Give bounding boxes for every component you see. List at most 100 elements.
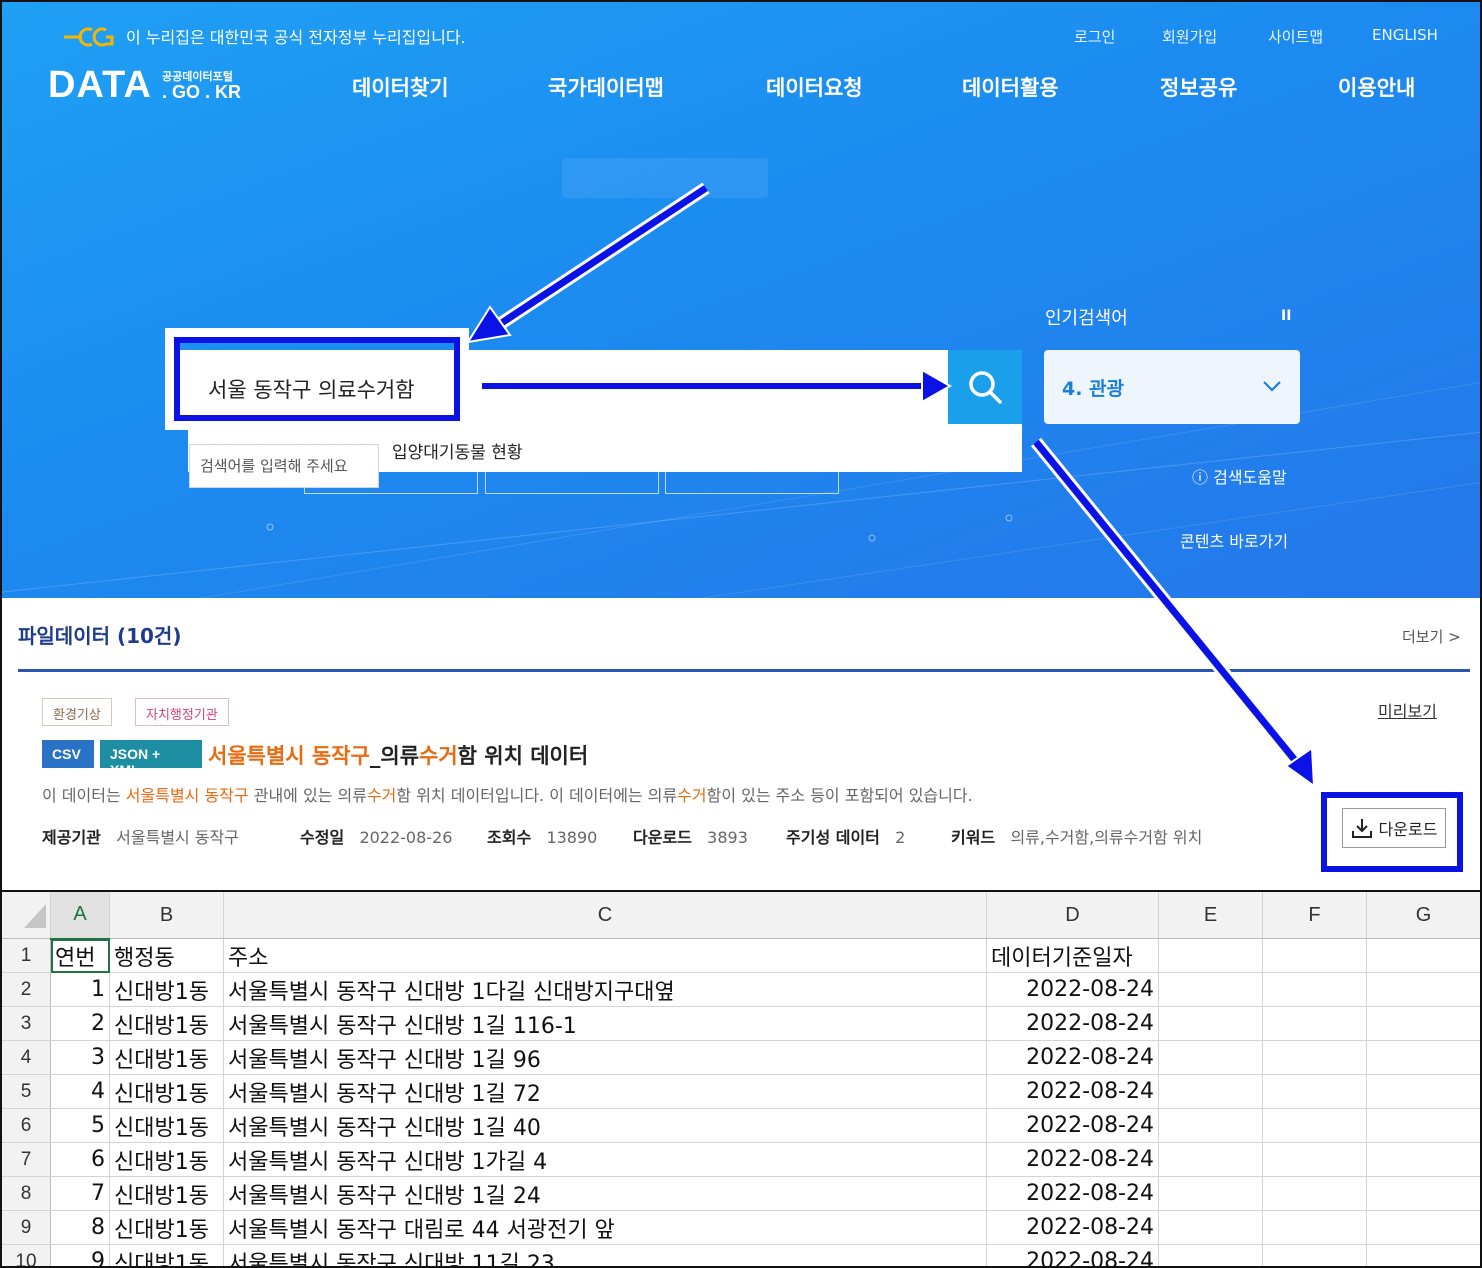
table-cell[interactable]: 신대방1동 — [109, 1108, 224, 1143]
table-cell[interactable]: 신대방1동 — [109, 1244, 224, 1266]
contents-shortcut-link[interactable]: 콘텐츠 바로가기 — [1180, 528, 1288, 552]
table-cell[interactable]: 2022-08-24 — [986, 972, 1159, 1007]
select-all-corner[interactable] — [2, 892, 51, 939]
sitemap-link[interactable]: 사이트맵 — [1268, 26, 1323, 47]
row-header[interactable]: 6 — [2, 1108, 51, 1143]
nav-info-share[interactable]: 정보공유 — [1160, 72, 1237, 102]
row-header[interactable]: 2 — [2, 972, 51, 1007]
table-cell[interactable]: 2022-08-24 — [986, 1210, 1159, 1245]
row-header[interactable]: 10 — [2, 1244, 51, 1266]
table-cell[interactable]: 서울특별시 동작구 신대방 1길 116-1 — [223, 1006, 987, 1041]
table-cell[interactable] — [1366, 1244, 1480, 1266]
table-cell[interactable] — [1158, 972, 1263, 1007]
table-cell[interactable] — [1262, 1040, 1367, 1075]
table-cell[interactable] — [1158, 1074, 1263, 1109]
table-cell[interactable]: 2022-08-24 — [986, 1142, 1159, 1177]
filter-select-2[interactable] — [485, 472, 659, 494]
table-cell[interactable]: 2022-08-24 — [986, 1006, 1159, 1041]
download-button[interactable]: 다운로드 — [1342, 808, 1446, 848]
table-cell[interactable] — [1366, 972, 1480, 1007]
table-cell[interactable] — [1262, 1006, 1367, 1041]
column-header[interactable]: E — [1158, 892, 1263, 939]
table-cell[interactable] — [1366, 1210, 1480, 1245]
login-link[interactable]: 로그인 — [1074, 26, 1115, 47]
table-cell[interactable]: 서울특별시 동작구 신대방 1가길 4 — [223, 1142, 987, 1177]
table-cell[interactable] — [1366, 1108, 1480, 1143]
column-header[interactable]: C — [223, 892, 987, 939]
table-cell[interactable]: 2022-08-24 — [986, 1108, 1159, 1143]
dataset-title[interactable]: 서울특별시 동작구_의류수거함 위치 데이터 — [208, 740, 588, 770]
search-input[interactable]: 서울 동작구 의료수거함 — [208, 374, 415, 404]
autocomplete-item[interactable]: 입양대기동물 현황 — [392, 438, 523, 463]
table-cell[interactable]: 신대방1동 — [109, 1176, 224, 1211]
table-cell[interactable]: 주소 — [223, 938, 987, 973]
table-cell[interactable] — [1158, 1176, 1263, 1211]
table-cell[interactable]: 1 — [50, 972, 110, 1007]
table-cell[interactable]: 서울특별시 동작구 신대방 1길 72 — [223, 1074, 987, 1109]
search-help-link[interactable]: ⓘ 검색도움말 — [1192, 464, 1287, 488]
table-cell[interactable]: 신대방1동 — [109, 972, 224, 1007]
row-header[interactable]: 7 — [2, 1142, 51, 1177]
search-button[interactable] — [948, 350, 1022, 424]
table-cell[interactable] — [1262, 972, 1367, 1007]
column-header[interactable]: A — [50, 892, 110, 940]
table-cell[interactable] — [1366, 1176, 1480, 1211]
nav-data-usage[interactable]: 데이터활용 — [962, 72, 1059, 102]
table-cell[interactable]: 5 — [50, 1108, 110, 1143]
pause-button[interactable]: II — [1281, 308, 1291, 324]
preview-link[interactable]: 미리보기 — [1378, 698, 1437, 722]
table-cell[interactable] — [1262, 1210, 1367, 1245]
table-cell[interactable] — [1262, 1176, 1367, 1211]
nav-find-data[interactable]: 데이터찾기 — [352, 72, 449, 102]
table-cell[interactable]: 연번 — [50, 938, 110, 973]
table-cell[interactable]: 행정동 — [109, 938, 224, 973]
row-header[interactable]: 8 — [2, 1176, 51, 1211]
table-cell[interactable] — [1158, 938, 1263, 973]
table-cell[interactable]: 6 — [50, 1142, 110, 1177]
table-cell[interactable]: 4 — [50, 1074, 110, 1109]
table-cell[interactable]: 2022-08-24 — [986, 1040, 1159, 1075]
table-cell[interactable]: 2022-08-24 — [986, 1244, 1159, 1266]
table-cell[interactable] — [1262, 1108, 1367, 1143]
table-cell[interactable]: 서울특별시 동작구 신대방 11길 23 — [223, 1244, 987, 1266]
table-cell[interactable]: 서울특별시 동작구 신대방 1길 24 — [223, 1176, 987, 1211]
table-cell[interactable] — [1158, 1108, 1263, 1143]
row-header[interactable]: 1 — [2, 938, 51, 973]
table-cell[interactable]: 신대방1동 — [109, 1210, 224, 1245]
nav-national-data-map[interactable]: 국가데이터맵 — [548, 72, 664, 102]
row-header[interactable]: 5 — [2, 1074, 51, 1109]
column-header[interactable]: F — [1262, 892, 1367, 939]
table-cell[interactable]: 신대방1동 — [109, 1142, 224, 1177]
table-cell[interactable]: 데이터기준일자 — [986, 938, 1159, 973]
table-cell[interactable]: 9 — [50, 1244, 110, 1266]
table-cell[interactable] — [1158, 1210, 1263, 1245]
table-cell[interactable] — [1158, 1040, 1263, 1075]
column-header[interactable]: D — [986, 892, 1159, 939]
column-header[interactable]: B — [109, 892, 224, 939]
row-header[interactable]: 4 — [2, 1040, 51, 1075]
table-cell[interactable]: 신대방1동 — [109, 1040, 224, 1075]
table-cell[interactable] — [1262, 938, 1367, 973]
table-cell[interactable] — [1158, 1244, 1263, 1266]
table-cell[interactable] — [1366, 1142, 1480, 1177]
table-cell[interactable]: 8 — [50, 1210, 110, 1245]
table-cell[interactable]: 2022-08-24 — [986, 1074, 1159, 1109]
signup-link[interactable]: 회원가입 — [1162, 26, 1217, 47]
site-logo[interactable]: DATA — [48, 64, 152, 107]
table-cell[interactable] — [1262, 1244, 1367, 1266]
table-cell[interactable] — [1158, 1006, 1263, 1041]
row-header[interactable]: 3 — [2, 1006, 51, 1041]
table-cell[interactable] — [1366, 938, 1480, 973]
table-cell[interactable] — [1158, 1142, 1263, 1177]
table-cell[interactable] — [1262, 1142, 1367, 1177]
table-cell[interactable]: 2 — [50, 1006, 110, 1041]
english-link[interactable]: ENGLISH — [1372, 26, 1438, 44]
table-cell[interactable]: 서울특별시 동작구 대림로 44 서광전기 앞 — [223, 1210, 987, 1245]
table-cell[interactable]: 3 — [50, 1040, 110, 1075]
table-cell[interactable] — [1366, 1074, 1480, 1109]
table-cell[interactable]: 신대방1동 — [109, 1074, 224, 1109]
table-cell[interactable]: 2022-08-24 — [986, 1176, 1159, 1211]
table-cell[interactable] — [1366, 1040, 1480, 1075]
table-cell[interactable] — [1262, 1074, 1367, 1109]
nav-guide[interactable]: 이용안내 — [1338, 72, 1415, 102]
